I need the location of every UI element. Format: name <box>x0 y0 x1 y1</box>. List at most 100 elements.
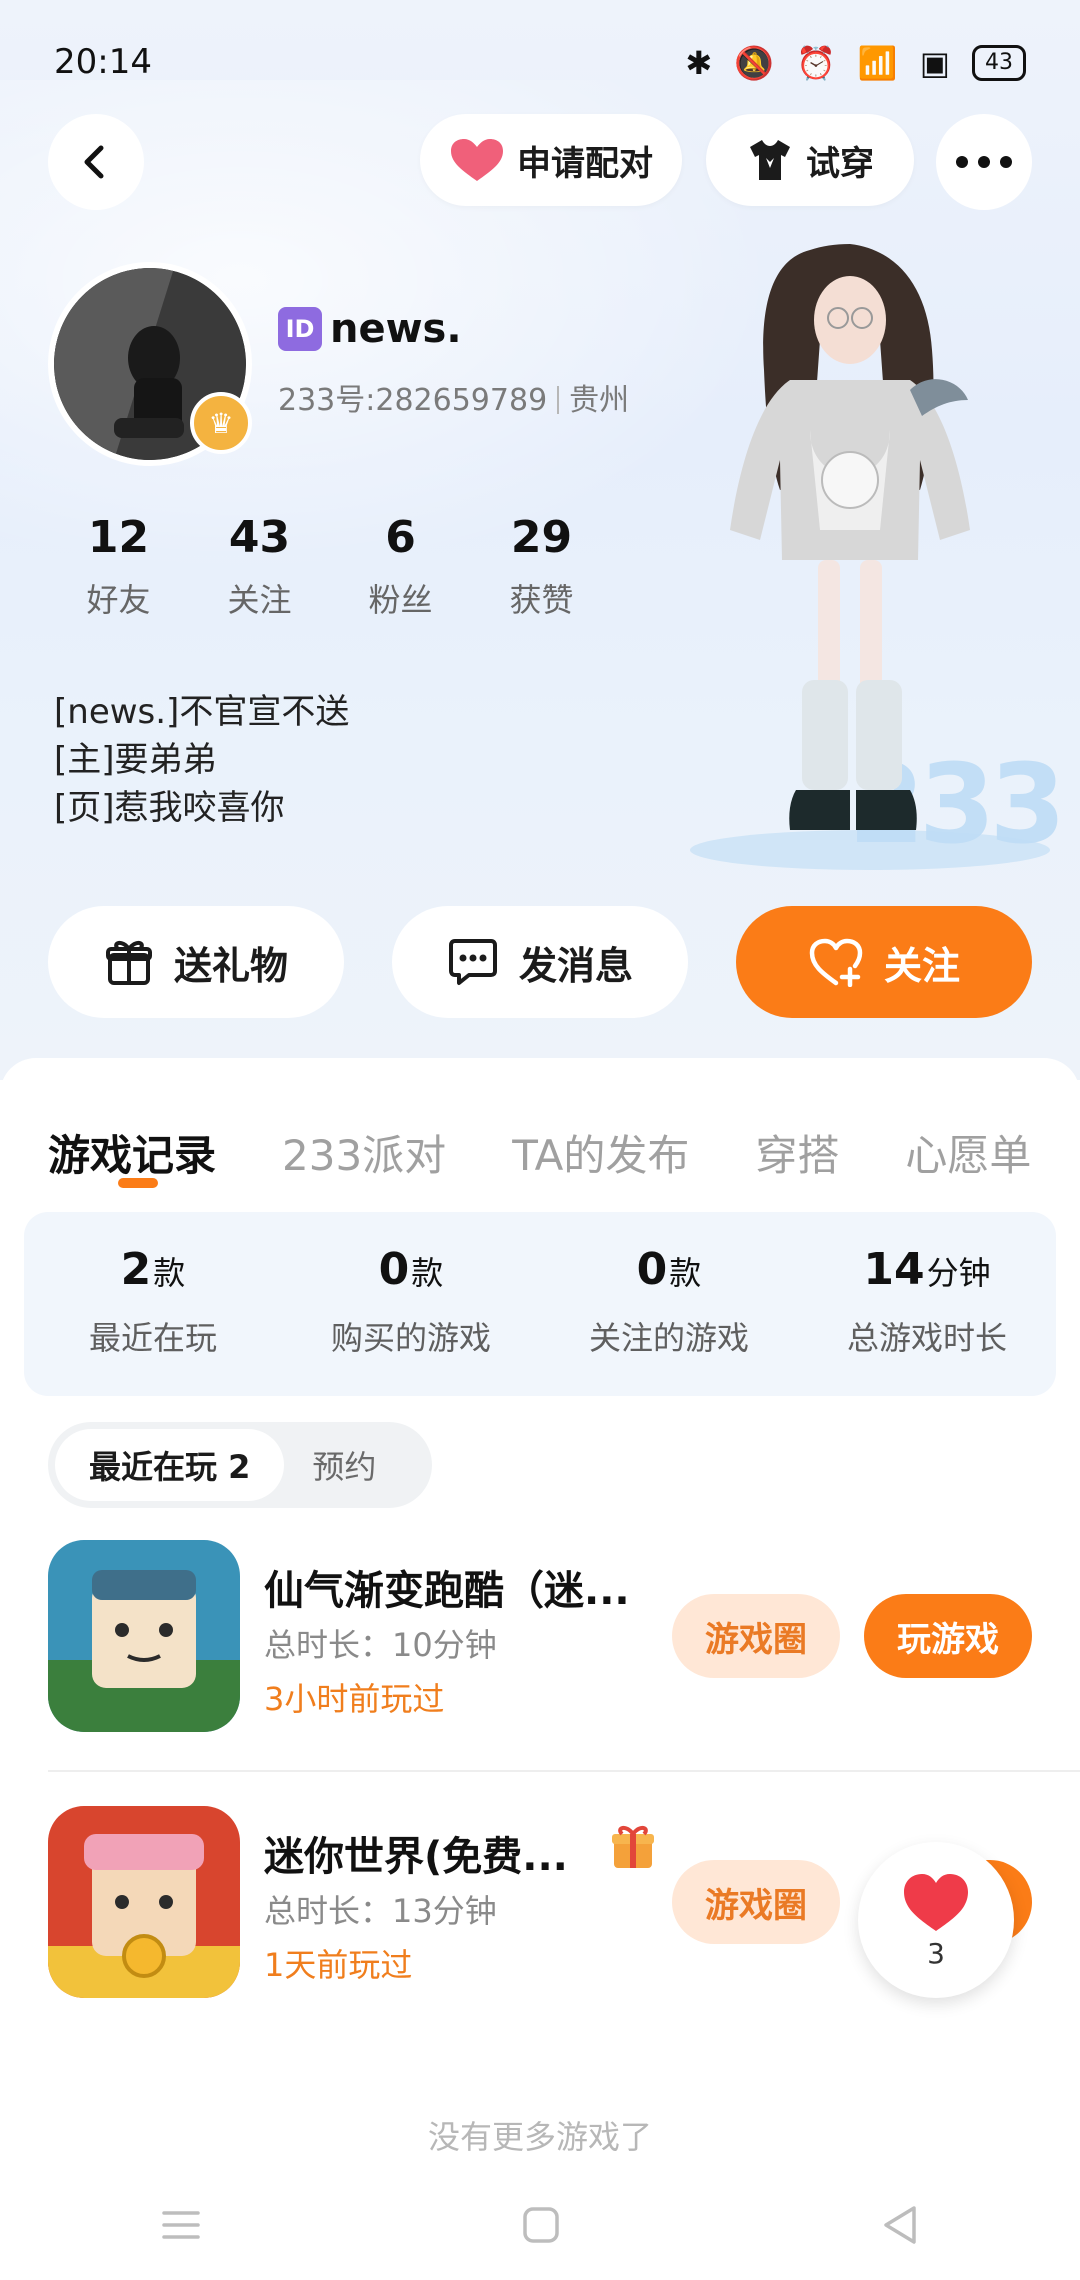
back-nav-icon[interactable] <box>880 2204 920 2246</box>
stat-number: 29 <box>510 512 573 563</box>
try-on-button[interactable]: 试穿 <box>706 114 914 206</box>
chevron-left-icon <box>84 145 104 179</box>
like-button[interactable]: 3 <box>858 1842 1014 1998</box>
profile-hero: 20:14 ✱ 🔕 ⏰ 📶 ▣ 43 申请配对 试穿 ♛ ID news. 23… <box>0 0 1080 1080</box>
summary-unit: 分钟 <box>926 1254 991 1292</box>
divider <box>48 1770 1080 1772</box>
stat-following[interactable]: 43 关注 <box>189 512 330 621</box>
game-icon-image <box>48 1806 240 1998</box>
summary-unit: 款 <box>411 1254 444 1292</box>
battery-indicator: 43 <box>972 45 1026 81</box>
pair-label: 申请配对 <box>517 143 653 184</box>
summary-followed: 0款 关注的游戏 <box>540 1212 798 1396</box>
tab-posts[interactable]: TA的发布 <box>512 1122 689 1183</box>
summary-value: 14 <box>863 1244 925 1295</box>
game-duration: 总时长：13分钟 <box>264 1892 497 1930</box>
summary-value: 0 <box>636 1244 668 1295</box>
pair-button[interactable]: 申请配对 <box>420 114 682 206</box>
game-circle-button[interactable]: 游戏圈 <box>672 1594 840 1678</box>
summary-total-time: 14分钟 总游戏时长 <box>798 1212 1056 1396</box>
stats-row: 12 好友 43 关注 6 粉丝 29 获赞 <box>48 512 612 621</box>
stat-likes[interactable]: 29 获赞 <box>471 512 612 621</box>
avatar-character[interactable] <box>700 230 1000 860</box>
avatar[interactable]: ♛ <box>48 262 252 466</box>
game-last-played: 1天前玩过 <box>264 1946 413 1984</box>
filter-reserved[interactable]: 预约 <box>312 1442 376 1488</box>
filter-recent[interactable]: 最近在玩 2 <box>55 1429 285 1501</box>
tab-wishlist[interactable]: 心愿单 <box>905 1122 1031 1183</box>
status-time: 20:14 <box>54 42 152 82</box>
status-icons: ✱ 🔕 ⏰ 📶 ▣ 43 <box>685 44 1026 82</box>
stat-friends[interactable]: 12 好友 <box>48 512 189 621</box>
try-on-label: 试穿 <box>806 143 874 184</box>
tab-bar: 游戏记录 233派对 TA的发布 穿搭 心愿单 <box>48 1122 1080 1183</box>
game-item[interactable]: 仙气渐变跑酷（迷... 总时长：10分钟 3小时前玩过 游戏圈 玩游戏 <box>48 1540 1080 1736</box>
heart-plus-icon <box>809 938 863 987</box>
stat-label: 关注 <box>227 581 292 619</box>
no-more-text: 没有更多游戏了 <box>427 2118 652 2156</box>
gift-icon <box>105 941 152 985</box>
stat-number: 6 <box>385 512 416 563</box>
system-nav-bar <box>0 2170 1080 2280</box>
game-icon-image <box>48 1540 240 1732</box>
game-summary: 2款 最近在玩 0款 购买的游戏 0款 关注的游戏 14分钟 总游戏时长 <box>24 1212 1056 1396</box>
game-filter: 最近在玩 2 预约 <box>48 1422 432 1508</box>
stat-label: 好友 <box>86 581 151 619</box>
bio-line: [news.]不官宣不送 <box>54 692 350 732</box>
follow-button[interactable]: 关注 <box>736 906 1032 1018</box>
summary-label: 购买的游戏 <box>330 1319 491 1357</box>
summary-recent: 2款 最近在玩 <box>24 1212 282 1396</box>
send-gift-button[interactable]: 送礼物 <box>48 906 344 1018</box>
tab-game-records[interactable]: 游戏记录 <box>48 1122 216 1183</box>
game-title: 迷你世界(免费... <box>264 1834 568 1880</box>
wifi-icon: 📶 <box>857 44 898 82</box>
gift-box-icon[interactable] <box>608 1822 658 1872</box>
user-name: news. <box>330 306 462 352</box>
game-icon <box>48 1806 240 1998</box>
user-id: 233号:282659789 <box>278 383 548 418</box>
bio: [news.]不官宣不送 [主]要弟弟 [页]惹我咬喜你 <box>54 688 349 832</box>
bio-line: [页]惹我咬喜你 <box>54 788 285 828</box>
stat-number: 43 <box>228 512 291 563</box>
bio-line: [主]要弟弟 <box>54 740 217 780</box>
name-row: ID news. <box>278 306 462 352</box>
summary-value: 2 <box>120 1244 152 1295</box>
heart-icon <box>904 1873 968 1931</box>
menu-icon[interactable] <box>160 2207 202 2243</box>
send-message-button[interactable]: 发消息 <box>392 906 688 1018</box>
chat-icon <box>448 939 497 985</box>
back-button[interactable] <box>48 114 144 210</box>
summary-unit: 款 <box>669 1254 702 1292</box>
crown-icon: ♛ <box>190 392 252 454</box>
tab-indicator <box>118 1178 158 1188</box>
summary-label: 最近在玩 <box>88 1319 217 1357</box>
heart-icon <box>451 139 503 181</box>
alarm-icon: ⏰ <box>796 44 836 82</box>
summary-value: 0 <box>378 1244 410 1295</box>
summary-unit: 款 <box>153 1254 186 1292</box>
mute-icon: 🔕 <box>734 44 775 82</box>
game-icon <box>48 1540 240 1732</box>
id-badge-icon: ID <box>278 307 322 351</box>
home-icon[interactable] <box>521 2205 561 2245</box>
game-circle-button[interactable]: 游戏圈 <box>672 1860 840 1944</box>
summary-label: 关注的游戏 <box>588 1319 749 1357</box>
play-game-button[interactable]: 玩游戏 <box>864 1594 1032 1678</box>
tab-outfits[interactable]: 穿搭 <box>755 1122 839 1183</box>
bluetooth-icon: ✱ <box>685 44 713 82</box>
tab-233-party[interactable]: 233派对 <box>282 1122 446 1183</box>
send-message-label: 发消息 <box>518 943 633 988</box>
send-gift-label: 送礼物 <box>173 943 288 988</box>
summary-label: 总游戏时长 <box>846 1319 1007 1357</box>
sim-icon: ▣ <box>919 44 950 82</box>
more-icon <box>956 156 1012 168</box>
game-duration: 总时长：10分钟 <box>264 1626 497 1664</box>
stat-number: 12 <box>87 512 150 563</box>
more-button[interactable] <box>936 114 1032 210</box>
stat-label: 粉丝 <box>368 581 433 619</box>
user-meta: 233号:282659789 贵州 <box>278 375 629 419</box>
game-title: 仙气渐变跑酷（迷... <box>264 1568 630 1614</box>
like-count: 3 <box>927 1936 945 1970</box>
stat-label: 获赞 <box>509 581 574 619</box>
stat-fans[interactable]: 6 粉丝 <box>330 512 471 621</box>
